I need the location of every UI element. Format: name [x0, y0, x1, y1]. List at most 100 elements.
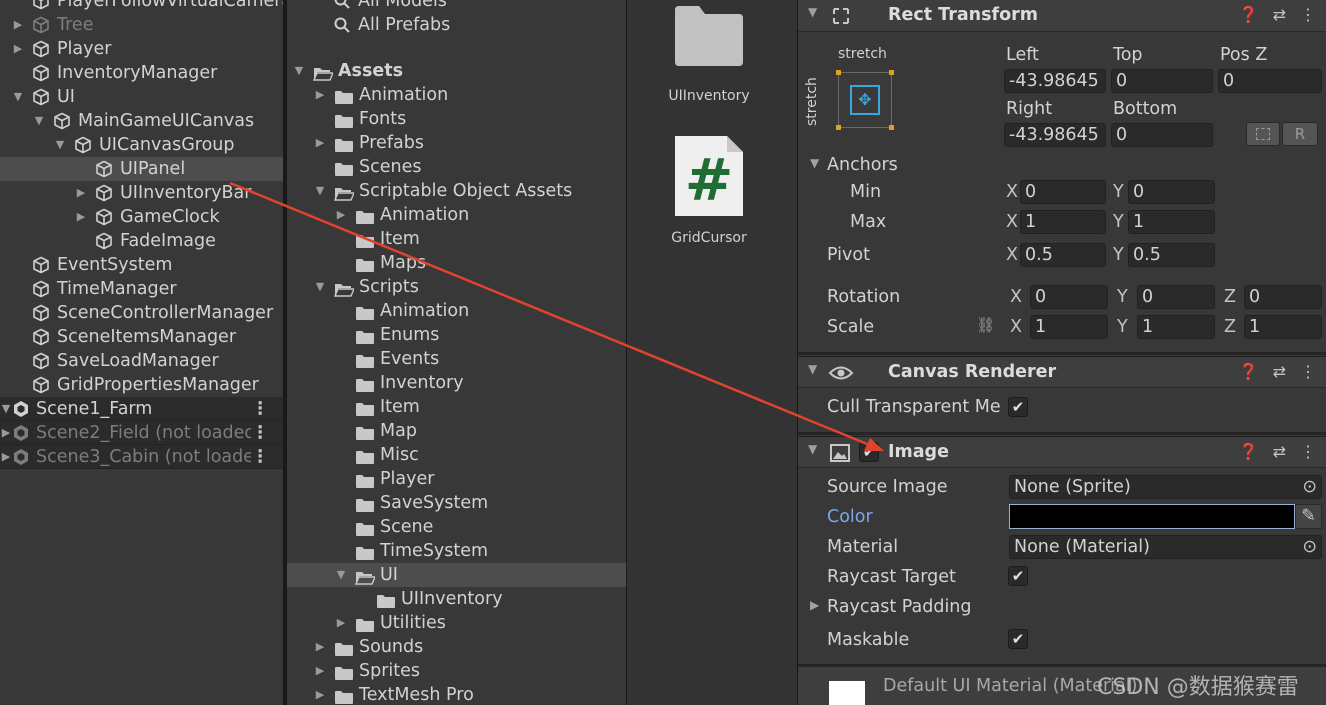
color-swatch[interactable]	[1009, 504, 1295, 529]
asset-script-gridcursor[interactable]: # GridCursor	[639, 134, 779, 246]
top-field[interactable]: 0	[1111, 69, 1213, 93]
anchor-max-y-field[interactable]: 1	[1128, 210, 1215, 234]
help-icon[interactable]: ❓	[1239, 442, 1259, 461]
left-field[interactable]: -43.98645	[1004, 69, 1106, 93]
project-folder-item[interactable]: Player	[287, 467, 626, 491]
project-folder-item[interactable]: ▶ Sprites	[287, 659, 626, 683]
collapse-arrow-icon[interactable]: ▼	[33, 109, 45, 133]
hierarchy-item[interactable]: ▶ Player	[0, 37, 283, 61]
object-picker-icon[interactable]: ⊙	[1302, 476, 1317, 498]
maskable-checkbox[interactable]: ✔	[1008, 629, 1028, 649]
foldout-arrow-icon[interactable]: ▶	[810, 598, 819, 612]
collapse-arrow-icon[interactable]: ▼	[54, 133, 66, 157]
raw-edit-button[interactable]: R	[1282, 122, 1318, 146]
project-folder-item[interactable]: Inventory	[287, 371, 626, 395]
saved-search-item[interactable]: All Models	[287, 0, 626, 13]
raycast-target-checkbox[interactable]: ✔	[1008, 566, 1028, 586]
scale-x-field[interactable]: 1	[1030, 315, 1108, 339]
kebab-menu-icon[interactable]: ⋮	[252, 421, 270, 445]
hierarchy-item[interactable]: ▶ Tree	[0, 13, 283, 37]
hierarchy-item[interactable]: SaveLoadManager	[0, 349, 283, 373]
expand-arrow-icon[interactable]: ▶	[12, 37, 24, 61]
project-folder-item[interactable]: ▶ Prefabs	[287, 131, 626, 155]
pivot-x-field[interactable]: 0.5	[1020, 243, 1106, 267]
source-image-field[interactable]: None (Sprite) ⊙	[1009, 475, 1322, 499]
project-folder-item[interactable]: Maps	[287, 251, 626, 275]
project-folder-item[interactable]: Enums	[287, 323, 626, 347]
project-folder-item[interactable]: ▼ Scripts	[287, 275, 626, 299]
scene-row[interactable]: ▼ Scene1_Farm ⋮	[0, 397, 283, 421]
scene-row[interactable]: ▶ Scene3_Cabin (not loaded) ⋮	[0, 445, 283, 469]
expand-arrow-icon[interactable]: ▶	[0, 445, 12, 469]
scale-z-field[interactable]: 1	[1244, 315, 1322, 339]
constrain-proportions-icon[interactable]: ⛓	[976, 316, 995, 334]
hierarchy-item[interactable]: ▼ MainGameUICanvas	[0, 109, 283, 133]
image-component-header[interactable]: ▼ ✔ Image ❓ ⇄ ⋮	[798, 436, 1326, 468]
scale-y-field[interactable]: 1	[1137, 315, 1215, 339]
project-folder-item[interactable]: Scene	[287, 515, 626, 539]
project-folder-item[interactable]: Fonts	[287, 107, 626, 131]
raycast-padding-label[interactable]: Raycast Padding	[827, 597, 972, 617]
expand-arrow-icon[interactable]: ▶	[335, 203, 347, 227]
bottom-field[interactable]: 0	[1111, 123, 1213, 147]
kebab-menu-icon[interactable]: ⋮	[1300, 362, 1316, 381]
hierarchy-item[interactable]: TimeManager	[0, 277, 283, 301]
expand-arrow-icon[interactable]: ▶	[12, 13, 24, 37]
project-folder-item[interactable]: ▶ Utilities	[287, 611, 626, 635]
project-folder-item[interactable]: ▼ Scriptable Object Assets	[287, 179, 626, 203]
eyedropper-icon[interactable]: ✎	[1295, 504, 1322, 529]
project-folder-item[interactable]: Map	[287, 419, 626, 443]
right-field[interactable]: -43.98645	[1004, 123, 1106, 147]
expand-arrow-icon[interactable]: ▶	[0, 421, 12, 445]
collapse-arrow-icon[interactable]: ▼	[0, 397, 12, 421]
project-folder-item[interactable]: ▶ Animation	[287, 203, 626, 227]
collapse-arrow-icon[interactable]: ▼	[12, 85, 24, 109]
help-icon[interactable]: ❓	[1239, 362, 1259, 381]
collapse-arrow-icon[interactable]: ▼	[335, 563, 347, 587]
expand-arrow-icon[interactable]: ▶	[314, 635, 326, 659]
preset-icon[interactable]: ⇄	[1273, 362, 1286, 381]
preset-icon[interactable]: ⇄	[1273, 5, 1286, 24]
hierarchy-item[interactable]: UIPanel	[0, 157, 283, 181]
project-folder-item[interactable]: ▶ Sounds	[287, 635, 626, 659]
project-folder-item[interactable]: Item	[287, 227, 626, 251]
foldout-arrow-icon[interactable]: ▼	[810, 156, 819, 170]
kebab-menu-icon[interactable]: ⋮	[1300, 442, 1316, 461]
anchor-preset-button[interactable]: ✥	[836, 70, 894, 130]
anchor-min-y-field[interactable]: 0	[1128, 180, 1215, 204]
kebab-menu-icon[interactable]: ⋮	[252, 445, 270, 469]
hierarchy-item[interactable]: SceneItemsManager	[0, 325, 283, 349]
hierarchy-item[interactable]: FadeImage	[0, 229, 283, 253]
project-folder-item[interactable]: ▼ UI	[287, 563, 626, 587]
hierarchy-item[interactable]: SceneControllerManager	[0, 301, 283, 325]
expand-arrow-icon[interactable]: ▶	[314, 131, 326, 155]
project-folder-item[interactable]: Item	[287, 395, 626, 419]
foldout-arrow-icon[interactable]: ▼	[808, 362, 817, 376]
expand-arrow-icon[interactable]: ▶	[335, 611, 347, 635]
expand-arrow-icon[interactable]: ▶	[314, 659, 326, 683]
hierarchy-item[interactable]: ▼ UICanvasGroup	[0, 133, 283, 157]
project-folder-item[interactable]: Scenes	[287, 155, 626, 179]
hierarchy-item[interactable]: ▼ UI	[0, 85, 283, 109]
hierarchy-item[interactable]: InventoryManager	[0, 61, 283, 85]
asset-folder-uiinventory[interactable]: UIInventory	[639, 4, 779, 104]
pivot-y-field[interactable]: 0.5	[1128, 243, 1215, 267]
kebab-menu-icon[interactable]: ⋮	[252, 397, 270, 421]
project-folder-item[interactable]: UIInventory	[287, 587, 626, 611]
expand-arrow-icon[interactable]: ▶	[75, 181, 87, 205]
foldout-arrow-icon[interactable]: ▼	[808, 5, 817, 19]
object-picker-icon[interactable]: ⊙	[1302, 536, 1317, 558]
project-folder-item[interactable]: ▼ Assets	[287, 59, 626, 83]
project-folder-item[interactable]: Misc	[287, 443, 626, 467]
hierarchy-item[interactable]: ▶ GameClock	[0, 205, 283, 229]
project-folder-item[interactable]: ▶ TextMesh Pro	[287, 683, 626, 705]
rotation-z-field[interactable]: 0	[1244, 285, 1322, 309]
project-folder-item[interactable]: Animation	[287, 299, 626, 323]
expand-arrow-icon[interactable]: ▶	[314, 83, 326, 107]
material-field[interactable]: None (Material) ⊙	[1009, 535, 1322, 559]
cull-transparent-checkbox[interactable]: ✔	[1008, 397, 1028, 417]
hierarchy-item[interactable]: PlayerFollowVirtualCamera	[0, 0, 283, 13]
canvas-renderer-header[interactable]: ▼ Canvas Renderer ❓ ⇄ ⋮	[798, 356, 1326, 388]
hierarchy-item[interactable]: EventSystem	[0, 253, 283, 277]
anchor-max-x-field[interactable]: 1	[1020, 210, 1106, 234]
